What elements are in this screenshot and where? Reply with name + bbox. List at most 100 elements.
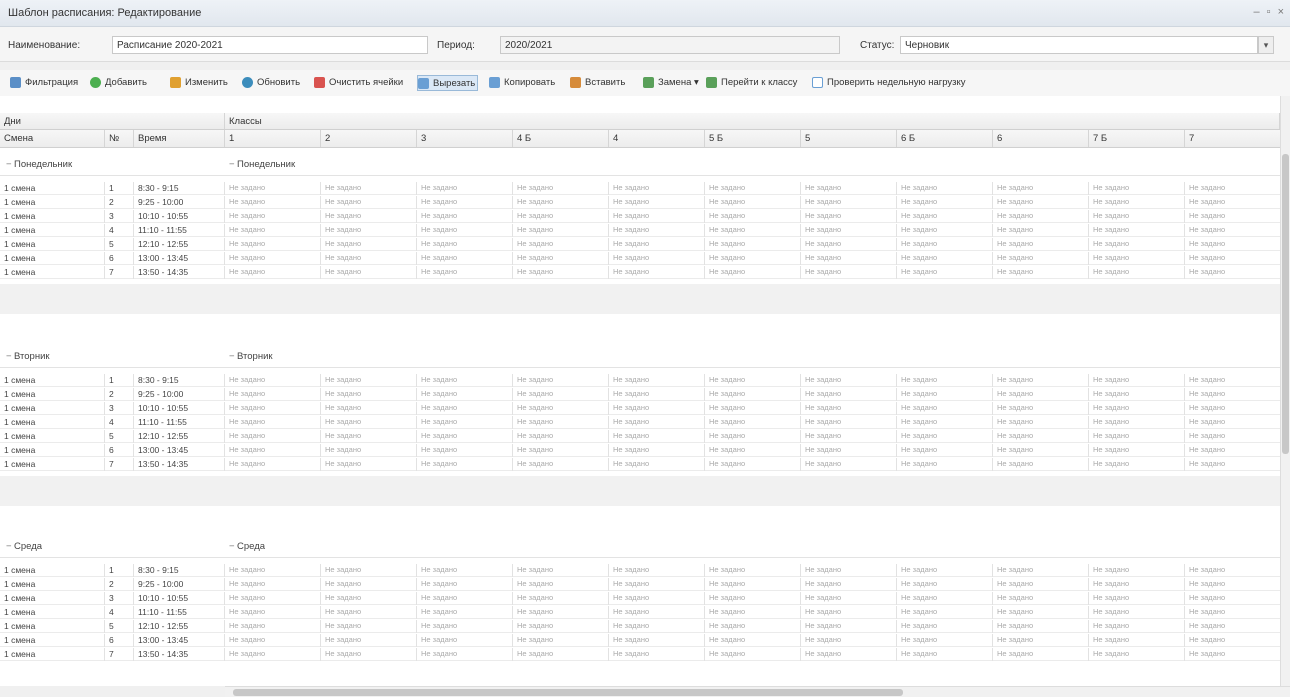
lesson-cell[interactable]: Не задано xyxy=(993,196,1089,209)
lesson-cell[interactable]: Не задано xyxy=(705,238,801,251)
lesson-cell[interactable]: Не задано xyxy=(417,196,513,209)
lesson-cell[interactable]: Не задано xyxy=(609,182,705,195)
lesson-cell[interactable]: Не задано xyxy=(897,182,993,195)
lesson-cell[interactable]: Не задано xyxy=(705,458,801,471)
lesson-cell[interactable]: Не задано xyxy=(225,458,321,471)
lesson-cell[interactable]: Не задано xyxy=(225,238,321,251)
lesson-cell[interactable]: Не задано xyxy=(417,458,513,471)
lesson-cell[interactable]: Не задано xyxy=(705,620,801,633)
lesson-cell[interactable]: Не задано xyxy=(417,578,513,591)
lesson-cell[interactable]: Не задано xyxy=(609,620,705,633)
lesson-cell[interactable]: Не задано xyxy=(1089,430,1185,443)
lesson-cell[interactable]: Не задано xyxy=(897,634,993,647)
lesson-cell[interactable]: Не задано xyxy=(897,578,993,591)
lesson-cell[interactable]: Не задано xyxy=(993,634,1089,647)
lesson-cell[interactable]: Не задано xyxy=(609,210,705,223)
lesson-cell[interactable]: Не задано xyxy=(321,224,417,237)
lesson-cell[interactable]: Не задано xyxy=(897,592,993,605)
lesson-cell[interactable]: Не задано xyxy=(225,648,321,661)
lesson-cell[interactable]: Не задано xyxy=(993,210,1089,223)
lesson-cell[interactable]: Не задано xyxy=(897,620,993,633)
lesson-cell[interactable]: Не задано xyxy=(321,578,417,591)
lesson-cell[interactable]: Не задано xyxy=(801,416,897,429)
lesson-cell[interactable]: Не задано xyxy=(225,224,321,237)
lesson-cell[interactable]: Не задано xyxy=(897,458,993,471)
lesson-cell[interactable]: Не задано xyxy=(417,224,513,237)
class-column-header[interactable]: 7 xyxy=(1185,130,1280,147)
lesson-cell[interactable]: Не задано xyxy=(1185,196,1280,209)
lesson-cell[interactable]: Не задано xyxy=(993,266,1089,279)
lesson-cell[interactable]: Не задано xyxy=(225,620,321,633)
lesson-cell[interactable]: Не задано xyxy=(225,388,321,401)
lesson-cell[interactable]: Не задано xyxy=(897,444,993,457)
lesson-cell[interactable]: Не задано xyxy=(1185,266,1280,279)
lesson-cell[interactable]: Не задано xyxy=(225,374,321,387)
lesson-cell[interactable]: Не задано xyxy=(225,402,321,415)
day-group-row[interactable]: − Вторник − Вторник xyxy=(0,346,1280,368)
lesson-cell[interactable]: Не задано xyxy=(897,388,993,401)
lesson-cell[interactable]: Не задано xyxy=(1089,252,1185,265)
lesson-cell[interactable]: Не задано xyxy=(609,648,705,661)
lesson-cell[interactable]: Не задано xyxy=(897,252,993,265)
lesson-cell[interactable]: Не задано xyxy=(417,564,513,577)
lesson-cell[interactable]: Не задано xyxy=(417,374,513,387)
lesson-cell[interactable]: Не задано xyxy=(513,182,609,195)
lesson-cell[interactable]: Не задано xyxy=(801,430,897,443)
lesson-cell[interactable]: Не задано xyxy=(609,266,705,279)
lesson-cell[interactable]: Не задано xyxy=(705,210,801,223)
lesson-cell[interactable]: Не задано xyxy=(609,402,705,415)
lesson-cell[interactable]: Не задано xyxy=(801,564,897,577)
clear-cells-button[interactable]: Очистить ячейки xyxy=(314,75,403,91)
lesson-cell[interactable]: Не задано xyxy=(513,444,609,457)
lesson-cell[interactable]: Не задано xyxy=(1089,210,1185,223)
lesson-cell[interactable]: Не задано xyxy=(417,210,513,223)
lesson-cell[interactable]: Не задано xyxy=(609,578,705,591)
class-column-header[interactable]: 4 Б xyxy=(513,130,609,147)
lesson-cell[interactable]: Не задано xyxy=(321,634,417,647)
lesson-cell[interactable]: Не задано xyxy=(609,252,705,265)
lesson-cell[interactable]: Не задано xyxy=(225,634,321,647)
lesson-cell[interactable]: Не задано xyxy=(1089,374,1185,387)
lesson-cell[interactable]: Не задано xyxy=(1185,606,1280,619)
check-load-button[interactable]: Проверить недельную нагрузку xyxy=(812,75,966,91)
lesson-cell[interactable]: Не задано xyxy=(513,402,609,415)
lesson-cell[interactable]: Не задано xyxy=(609,564,705,577)
lesson-cell[interactable]: Не задано xyxy=(321,402,417,415)
copy-button[interactable]: Копировать xyxy=(489,75,555,91)
lesson-cell[interactable]: Не задано xyxy=(513,224,609,237)
lesson-cell[interactable]: Не задано xyxy=(801,444,897,457)
lesson-cell[interactable]: Не задано xyxy=(801,620,897,633)
class-column-header[interactable]: 4 xyxy=(609,130,705,147)
lesson-cell[interactable]: Не задано xyxy=(513,388,609,401)
lesson-cell[interactable]: Не задано xyxy=(225,252,321,265)
lesson-cell[interactable]: Не задано xyxy=(1185,634,1280,647)
lesson-cell[interactable]: Не задано xyxy=(1185,210,1280,223)
lesson-cell[interactable]: Не задано xyxy=(609,444,705,457)
lesson-cell[interactable]: Не задано xyxy=(225,564,321,577)
lesson-cell[interactable]: Не задано xyxy=(705,182,801,195)
lesson-cell[interactable]: Не задано xyxy=(321,458,417,471)
lesson-cell[interactable]: Не задано xyxy=(225,578,321,591)
lesson-cell[interactable]: Не задано xyxy=(321,252,417,265)
lesson-cell[interactable]: Не задано xyxy=(801,238,897,251)
collapse-icon[interactable]: − xyxy=(229,351,237,362)
lesson-cell[interactable]: Не задано xyxy=(417,592,513,605)
status-select[interactable]: Черновик xyxy=(900,36,1258,54)
col-num-header[interactable]: № xyxy=(105,130,134,147)
lesson-cell[interactable]: Не задано xyxy=(321,592,417,605)
lesson-cell[interactable]: Не задано xyxy=(897,430,993,443)
lesson-cell[interactable]: Не задано xyxy=(1089,634,1185,647)
lesson-cell[interactable]: Не задано xyxy=(1185,578,1280,591)
class-column-header[interactable]: 6 Б xyxy=(897,130,993,147)
collapse-icon[interactable]: − xyxy=(6,541,14,552)
lesson-cell[interactable]: Не задано xyxy=(705,592,801,605)
day-group-row[interactable]: − Среда − Среда xyxy=(0,536,1280,558)
lesson-cell[interactable]: Не задано xyxy=(609,196,705,209)
lesson-cell[interactable]: Не задано xyxy=(321,564,417,577)
lesson-cell[interactable]: Не задано xyxy=(993,402,1089,415)
lesson-cell[interactable]: Не задано xyxy=(705,578,801,591)
lesson-cell[interactable]: Не задано xyxy=(417,388,513,401)
lesson-cell[interactable]: Не задано xyxy=(1185,402,1280,415)
lesson-cell[interactable]: Не задано xyxy=(417,648,513,661)
lesson-cell[interactable]: Не задано xyxy=(321,374,417,387)
